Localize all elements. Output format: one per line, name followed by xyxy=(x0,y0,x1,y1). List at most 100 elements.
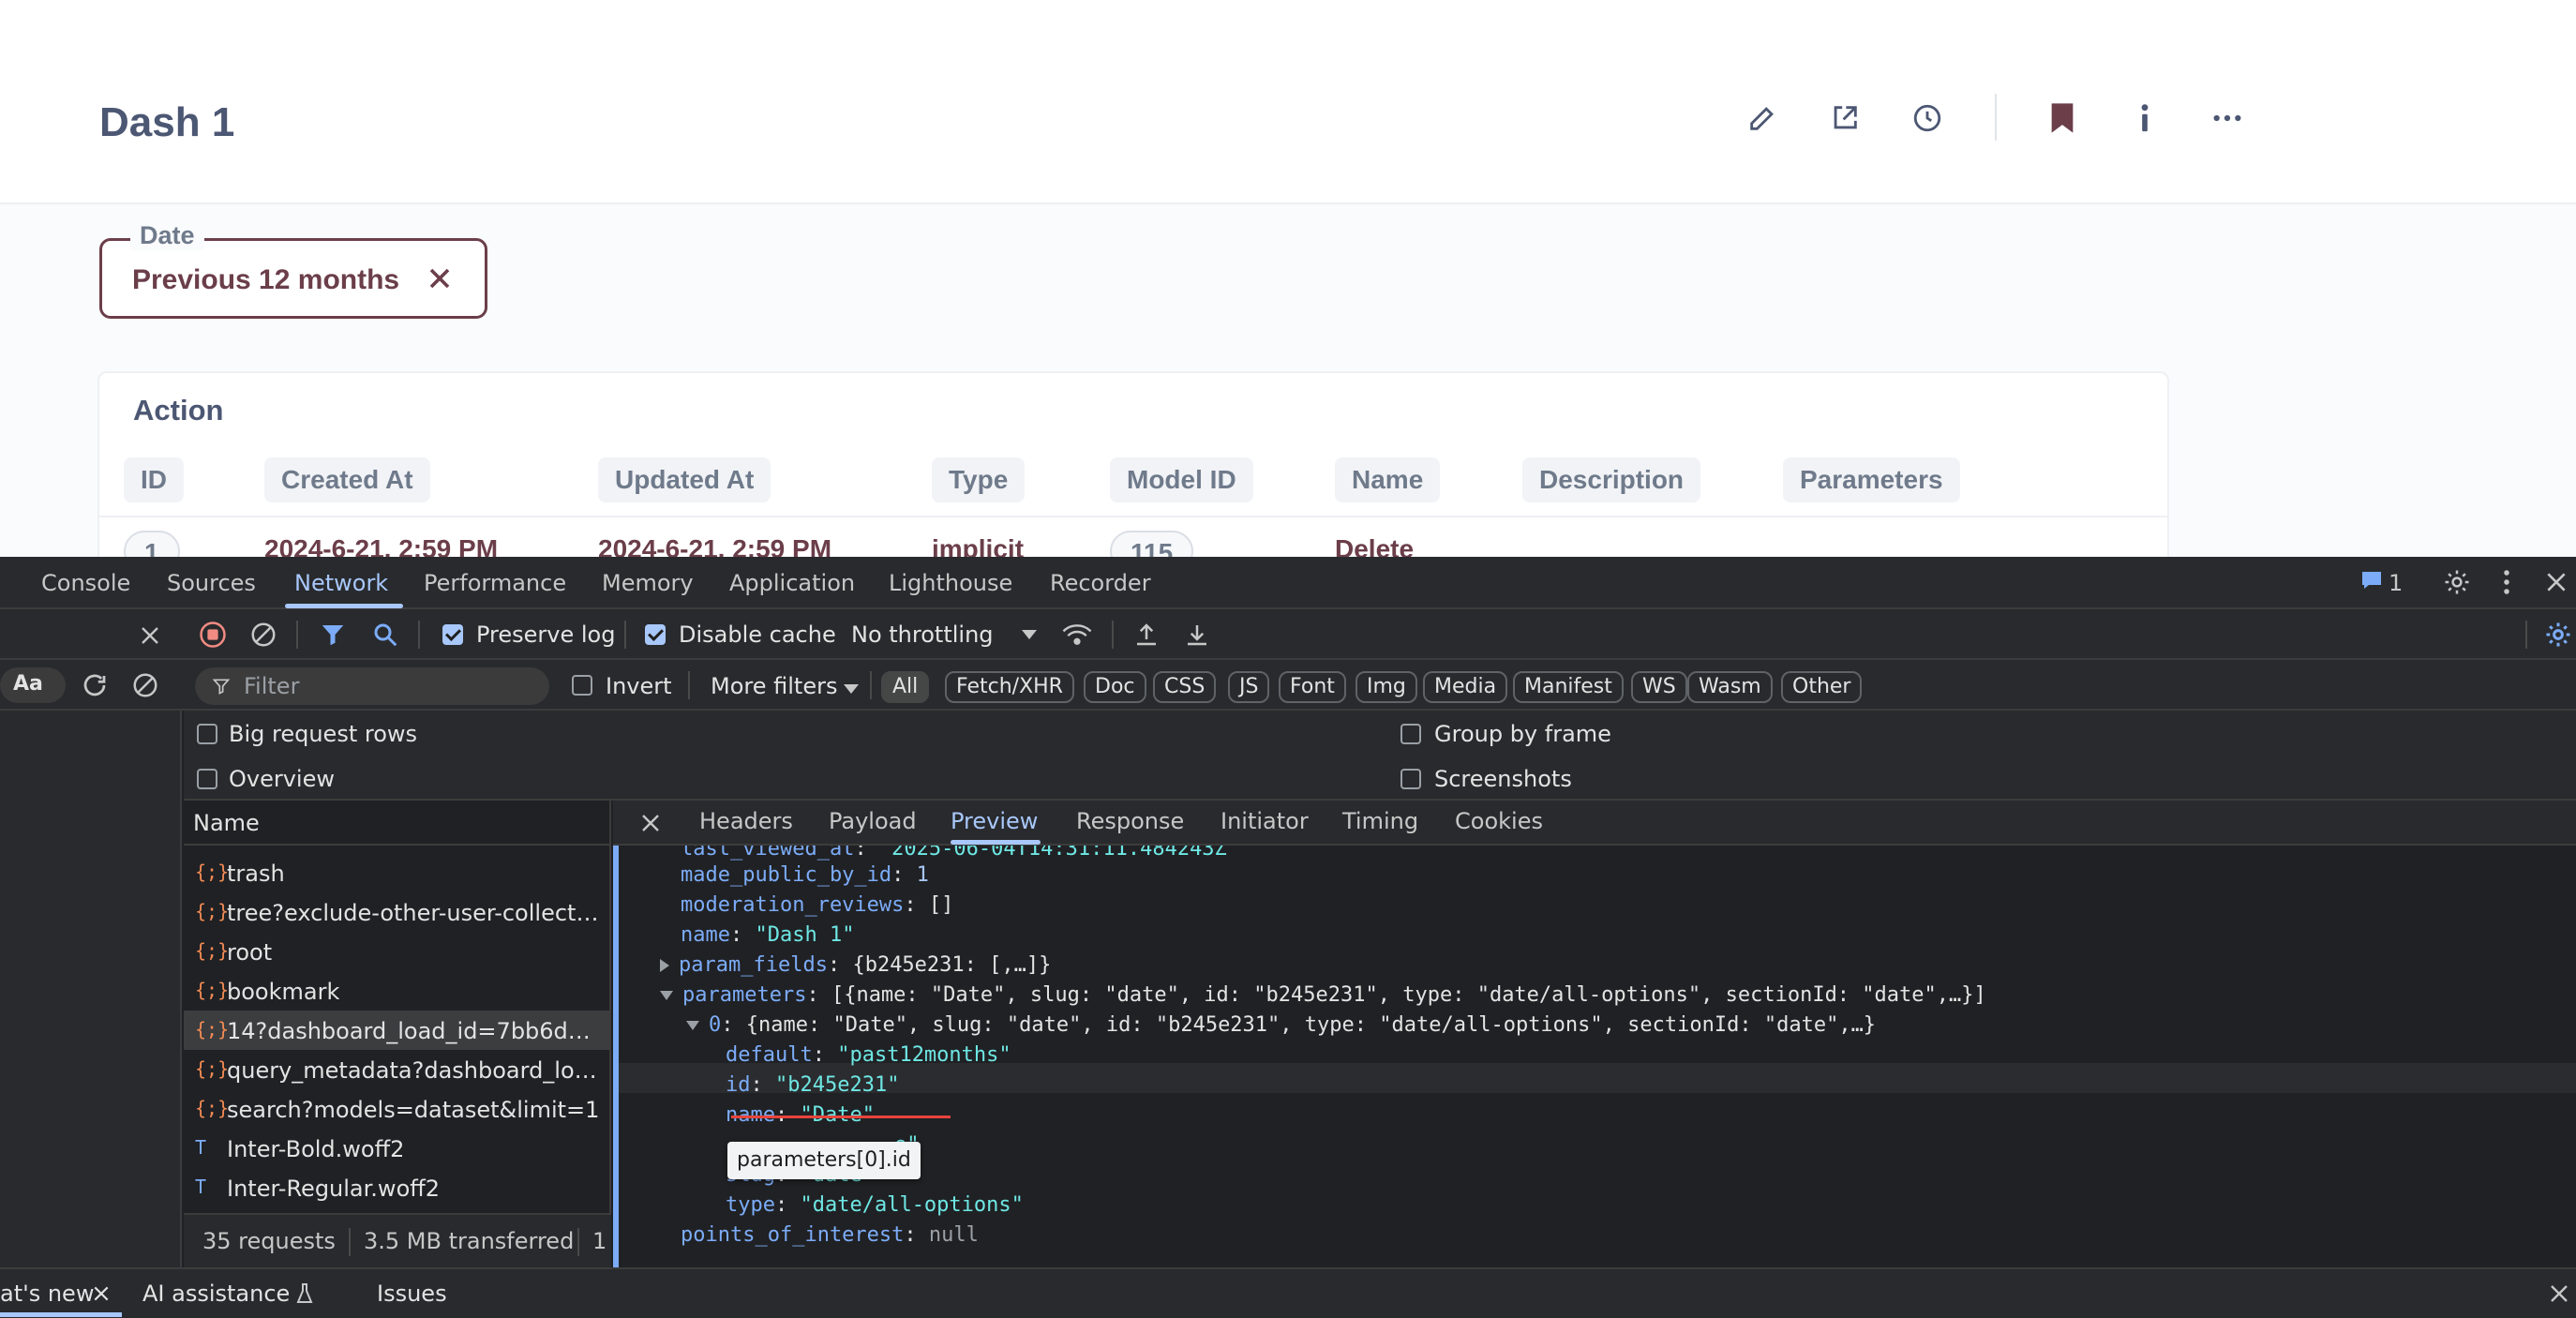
column-header-model-id[interactable]: Model ID xyxy=(1110,457,1253,502)
export-har-icon[interactable] xyxy=(1183,621,1211,649)
request-name: 14?dashboard_load_id=7bb6d51... xyxy=(227,1018,602,1044)
column-header-name[interactable]: Name xyxy=(1335,457,1441,502)
chip-js[interactable]: JS xyxy=(1228,671,1270,703)
info-icon[interactable] xyxy=(2124,97,2165,139)
chip-img[interactable]: Img xyxy=(1355,671,1417,703)
chip-manifest[interactable]: Manifest xyxy=(1513,671,1624,703)
close-detail-icon[interactable] xyxy=(639,812,662,834)
tab-initiator[interactable]: Initiator xyxy=(1221,808,1309,834)
issues-count[interactable]: 1 xyxy=(2389,570,2403,596)
tab-lighthouse[interactable]: Lighthouse xyxy=(889,570,1012,596)
bookmark-icon[interactable] xyxy=(2042,97,2083,139)
refresh-icon[interactable] xyxy=(81,671,109,699)
request-row[interactable]: {;} trash xyxy=(184,853,609,892)
tab-console[interactable]: Console xyxy=(41,570,130,596)
throttling-select[interactable]: No throttling xyxy=(851,622,994,648)
pencil-icon[interactable] xyxy=(1742,97,1783,139)
tab-ai-assistance[interactable]: AI assistance xyxy=(142,1281,290,1307)
tab-response[interactable]: Response xyxy=(1076,808,1184,834)
json-line-collapsed[interactable]: param_fields: {b245e231: [,…]} xyxy=(660,951,1051,981)
clock-icon[interactable] xyxy=(1907,97,1948,139)
tab-preview[interactable]: Preview xyxy=(951,808,1038,834)
chip-doc[interactable]: Doc xyxy=(1084,671,1146,703)
clear-log-icon[interactable] xyxy=(249,621,277,649)
column-header-created-at[interactable]: Created At xyxy=(264,457,430,502)
preserve-log-checkbox[interactable] xyxy=(442,624,463,645)
tab-payload[interactable]: Payload xyxy=(829,808,917,834)
group-by-frame-checkbox[interactable] xyxy=(1400,724,1421,744)
network-settings-gear-icon[interactable] xyxy=(2544,621,2572,649)
chip-wasm[interactable]: Wasm xyxy=(1687,671,1773,703)
tab-performance[interactable]: Performance xyxy=(424,570,566,596)
tab-headers[interactable]: Headers xyxy=(699,808,793,834)
chip-media[interactable]: Media xyxy=(1423,671,1508,703)
json-line-expanded[interactable]: 0: {name: "Date", slug: "date", id: "b24… xyxy=(686,1011,1876,1041)
settings-gear-icon[interactable] xyxy=(2443,568,2471,596)
tab-sources[interactable]: Sources xyxy=(167,570,256,596)
tab-application[interactable]: Application xyxy=(729,570,855,596)
chip-all[interactable]: All xyxy=(881,671,930,703)
tab-memory[interactable]: Memory xyxy=(602,570,694,596)
column-header-id[interactable]: ID xyxy=(124,457,184,502)
search-icon[interactable] xyxy=(371,621,399,649)
json-line[interactable]: type: "date/all-options" xyxy=(726,1191,1024,1221)
kebab-menu-icon[interactable] xyxy=(2497,568,2516,596)
json-line[interactable]: made_public_by_id: 1 xyxy=(681,861,929,891)
tab-cookies[interactable]: Cookies xyxy=(1455,808,1543,834)
request-row-selected[interactable]: {;} 14?dashboard_load_id=7bb6d51... xyxy=(184,1011,609,1050)
tab-whats-new[interactable]: at's new xyxy=(0,1281,94,1307)
chip-fetch-xhr[interactable]: Fetch/XHR xyxy=(945,671,1074,703)
tab-timing[interactable]: Timing xyxy=(1342,808,1418,834)
json-line-hovered[interactable]: id: "b245e231" xyxy=(726,1071,899,1101)
column-header-parameters[interactable]: Parameters xyxy=(1783,457,1960,502)
big-request-rows-checkbox[interactable] xyxy=(197,724,217,744)
close-devtools-icon[interactable] xyxy=(2544,570,2569,594)
request-row[interactable]: {;} bookmark xyxy=(184,971,609,1011)
request-row[interactable]: {;} search?models=dataset&limit=1 xyxy=(184,1089,609,1129)
tab-issues[interactable]: Issues xyxy=(377,1281,447,1307)
json-line[interactable]: default: "past12months" xyxy=(726,1041,1011,1071)
close-search-icon[interactable] xyxy=(139,624,161,647)
import-har-icon[interactable] xyxy=(1132,621,1161,649)
json-line[interactable]: points_of_interest: null xyxy=(681,1221,979,1251)
clear-search-icon[interactable] xyxy=(131,671,159,699)
column-header-updated-at[interactable]: Updated At xyxy=(598,457,771,502)
disable-cache-checkbox[interactable] xyxy=(645,624,666,645)
request-row[interactable]: T Inter-Bold.woff2 xyxy=(184,1129,609,1168)
request-list-header[interactable]: Name xyxy=(184,801,609,846)
json-line[interactable]: moderation_reviews: [] xyxy=(681,891,953,921)
screenshots-checkbox[interactable] xyxy=(1400,769,1421,789)
issues-icon[interactable] xyxy=(2360,570,2383,591)
column-header-description[interactable]: Description xyxy=(1522,457,1701,502)
record-stop-icon[interactable] xyxy=(199,621,227,649)
chip-other[interactable]: Other xyxy=(1781,671,1863,703)
date-filter[interactable]: Date Previous 12 months xyxy=(99,221,487,319)
chip-font[interactable]: Font xyxy=(1279,671,1346,703)
throttling-dropdown-icon[interactable] xyxy=(1022,630,1037,639)
column-header-type[interactable]: Type xyxy=(932,457,1026,502)
tab-network[interactable]: Network xyxy=(294,570,388,596)
invert-checkbox[interactable] xyxy=(572,675,592,696)
request-row[interactable]: {;} root xyxy=(184,932,609,971)
filter-funnel-icon[interactable] xyxy=(319,621,347,649)
more-filters-button[interactable]: More filters xyxy=(711,673,837,699)
more-icon[interactable] xyxy=(2207,97,2248,139)
clear-filter-icon[interactable] xyxy=(423,262,457,295)
close-whats-new-icon[interactable] xyxy=(92,1284,111,1303)
tab-recorder[interactable]: Recorder xyxy=(1050,570,1151,596)
share-icon[interactable] xyxy=(1824,97,1865,139)
json-line-expanded[interactable]: parameters: [{name: "Date", slug: "date"… xyxy=(660,981,1986,1011)
overview-checkbox[interactable] xyxy=(197,769,217,789)
request-row[interactable]: T Inter-Regular.woff2 xyxy=(184,1168,609,1207)
more-filters-dropdown-icon[interactable] xyxy=(844,684,859,694)
status-divider xyxy=(349,1228,351,1256)
close-drawer-icon[interactable] xyxy=(2548,1282,2570,1305)
chip-css[interactable]: CSS xyxy=(1153,671,1217,703)
network-conditions-icon[interactable] xyxy=(1061,621,1093,649)
request-row[interactable]: {;} tree?exclude-other-user-collectio... xyxy=(184,892,609,932)
request-row[interactable]: {;} query_metadata?dashboard_load... xyxy=(184,1050,609,1089)
overview-label: Overview xyxy=(229,766,335,792)
json-line[interactable]: name: "Dash 1" xyxy=(681,921,854,951)
chip-ws[interactable]: WS xyxy=(1631,671,1687,703)
cell-name[interactable]: Delete xyxy=(1335,534,1414,557)
